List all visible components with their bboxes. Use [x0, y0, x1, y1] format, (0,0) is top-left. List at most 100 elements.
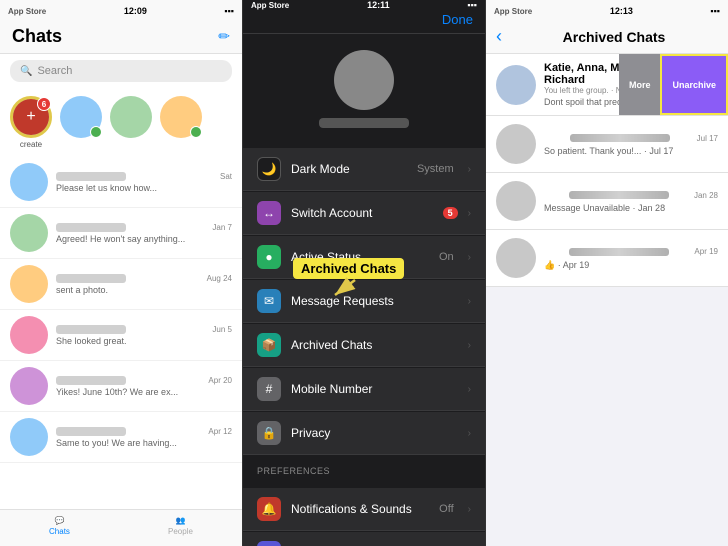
chat-info: Sat Please let us know how...	[56, 172, 232, 193]
status-bar-3: App Store 12:13 ▪▪▪	[486, 0, 728, 22]
profile-name	[319, 118, 409, 128]
tab-chats[interactable]: 💬 Chats	[49, 516, 70, 536]
settings-row-mobile-number[interactable]: # Mobile Number ›	[243, 368, 485, 411]
chats-tab-label: Chats	[49, 527, 70, 536]
chat-item[interactable]: Sat Please let us know how...	[0, 157, 242, 208]
dark-mode-label: Dark Mode	[291, 162, 407, 176]
privacy-label: Privacy	[291, 426, 458, 440]
battery-icons-2: ▪▪▪	[467, 0, 477, 10]
chevron-icon: ›	[468, 164, 471, 175]
chat-info: Jan 7 Agreed! He won't say anything...	[56, 223, 232, 244]
done-button[interactable]: Done	[442, 12, 473, 27]
settings-row-dark-mode[interactable]: 🌙 Dark Mode System ›	[243, 148, 485, 191]
search-icon: 🔍	[20, 66, 32, 77]
tab-people[interactable]: 👥 People	[168, 516, 193, 536]
story-3[interactable]	[160, 96, 202, 138]
active-status-value: On	[439, 251, 454, 263]
settings-row-message-requests[interactable]: ✉ Message Requests ›	[243, 280, 485, 323]
chat-preview: Yikes! June 10th? We are ex...	[56, 387, 232, 397]
dark-mode-value: System	[417, 163, 454, 175]
archived-item[interactable]: Apr 19 👍 · Apr 19	[486, 230, 728, 287]
mobile-number-label: Mobile Number	[291, 382, 458, 396]
chat-preview: Agreed! He won't say anything...	[56, 234, 232, 244]
chat-time: Jan 7	[212, 223, 232, 232]
archived-item[interactable]: Katie, Anna, Michael, Richard Nov 22 You…	[486, 54, 728, 116]
message-requests-label: Message Requests	[291, 294, 458, 308]
archived-avatar	[496, 181, 536, 221]
settings-row-switch-account[interactable]: ↔ Switch Account 5 ›	[243, 192, 485, 235]
chat-item[interactable]: Apr 20 Yikes! June 10th? We are ex...	[0, 361, 242, 412]
nav-bar-chats: Chats ✏	[0, 22, 242, 54]
chevron-icon: ›	[468, 252, 471, 263]
switch-account-icon: ↔	[257, 201, 281, 225]
time-2: 12:11	[367, 0, 390, 10]
archived-name-blurred	[569, 191, 669, 199]
chat-time: Aug 24	[207, 274, 232, 283]
preferences-group: 🔔 Notifications & Sounds Off › 👥 Phone C…	[243, 480, 485, 546]
archived-preview: 👍 · Apr 19	[544, 260, 718, 271]
settings-row-privacy[interactable]: 🔒 Privacy ›	[243, 412, 485, 455]
stories-row: 6 + create	[0, 88, 242, 157]
chat-avatar	[10, 418, 48, 456]
archived-meta: Jan 28	[694, 191, 718, 200]
chevron-icon: ›	[468, 296, 471, 307]
phone-settings: App Store 12:11 ▪▪▪ Done 🌙 Dark Mode Sys…	[243, 0, 486, 546]
notifications-icon: 🔔	[257, 497, 281, 521]
story-badge: 6	[37, 97, 51, 111]
chat-preview: Please let us know how...	[56, 183, 232, 193]
switch-account-label: Switch Account	[291, 206, 433, 220]
chat-item[interactable]: Apr 12 Same to you! We are having...	[0, 412, 242, 463]
create-label: create	[20, 140, 42, 149]
phone-chats: App Store 12:09 ▪▪▪ Chats ✏ 🔍 Search 6 +…	[0, 0, 243, 546]
time-1: 12:09	[124, 6, 147, 16]
archived-chats-callout: Archived Chats	[293, 258, 404, 279]
chat-info: Apr 12 Same to you! We are having...	[56, 427, 232, 448]
chevron-icon: ›	[468, 208, 471, 219]
back-button[interactable]: ‹	[496, 26, 502, 47]
archived-preview: Message Unavailable · Jan 28	[544, 203, 718, 213]
store-label-3: App Store	[494, 7, 532, 16]
notifications-value: Off	[439, 503, 453, 515]
status-bar-2: App Store 12:11 ▪▪▪	[243, 0, 485, 10]
battery-icons-3: ▪▪▪	[710, 6, 720, 16]
chat-avatar	[10, 214, 48, 252]
chat-name-bar	[56, 325, 126, 334]
chat-item[interactable]: Jun 5 She looked great.	[0, 310, 242, 361]
phone-archived: App Store 12:13 ▪▪▪ ‹ Archived Chats Kat…	[486, 0, 728, 546]
chat-item[interactable]: Jan 7 Agreed! He won't say anything...	[0, 208, 242, 259]
swipe-actions: More Unarchive	[619, 54, 728, 115]
search-label: Search	[37, 65, 72, 77]
active-status-icon: ●	[257, 245, 281, 269]
story-create[interactable]: 6 +	[10, 96, 52, 138]
settings-nav-bar: Done	[243, 10, 485, 34]
settings-row-notifications[interactable]: 🔔 Notifications & Sounds Off ›	[243, 488, 485, 531]
chats-tab-icon: 💬	[55, 516, 65, 525]
archived-chats-label: Archived Chats	[291, 338, 458, 352]
status-bar-1: App Store 12:09 ▪▪▪	[0, 0, 243, 22]
chevron-icon: ›	[468, 384, 471, 395]
settings-group: 🌙 Dark Mode System › ↔ Switch Account 5 …	[243, 140, 485, 456]
profile-avatar	[334, 50, 394, 110]
archived-chats-icon: 📦	[257, 333, 281, 357]
chat-info: Jun 5 She looked great.	[56, 325, 232, 346]
search-bar[interactable]: 🔍 Search	[10, 60, 232, 82]
settings-row-archived-chats[interactable]: 📦 Archived Chats ›	[243, 324, 485, 367]
unarchive-button[interactable]: Unarchive	[660, 54, 728, 115]
chat-name-bar	[56, 376, 126, 385]
story-1[interactable]	[60, 96, 102, 138]
archived-item[interactable]: Jul 17 So patient. Thank you!... · Jul 1…	[486, 116, 728, 173]
app-store-label: App Store	[8, 7, 46, 16]
settings-row-phone-contacts[interactable]: 👥 Phone Contacts ›	[243, 532, 485, 546]
message-requests-icon: ✉	[257, 289, 281, 313]
chat-item[interactable]: Aug 24 sent a photo.	[0, 259, 242, 310]
chat-avatar	[10, 163, 48, 201]
archived-info: Jul 17 So patient. Thank you!... · Jul 1…	[544, 132, 718, 156]
archived-info: Jan 28 Message Unavailable · Jan 28	[544, 189, 718, 213]
compose-icon[interactable]: ✏	[218, 28, 230, 45]
mobile-number-icon: #	[257, 377, 281, 401]
archived-item[interactable]: Jan 28 Message Unavailable · Jan 28	[486, 173, 728, 230]
archived-info: Apr 19 👍 · Apr 19	[544, 246, 718, 271]
chat-name-bar	[56, 427, 126, 436]
story-2[interactable]	[110, 96, 152, 138]
more-button[interactable]: More	[619, 54, 661, 115]
